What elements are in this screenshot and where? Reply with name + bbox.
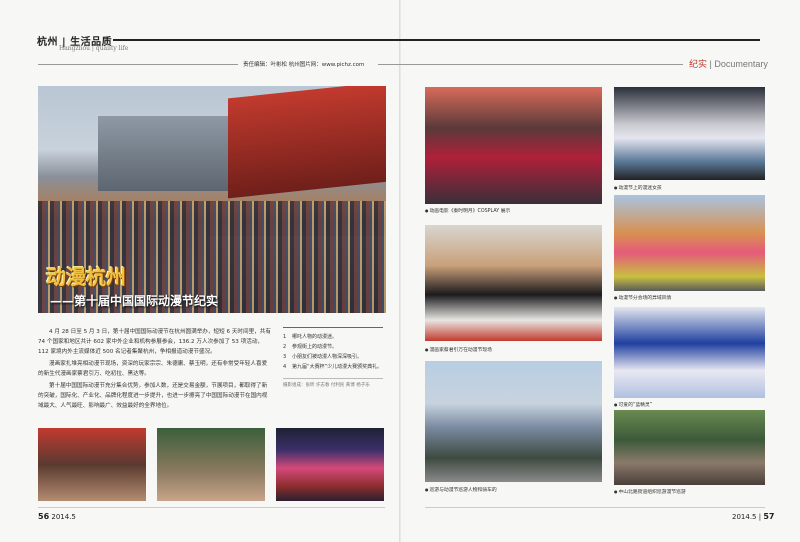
- photo-parade: [425, 361, 602, 482]
- header-rule: [113, 39, 760, 41]
- photo-credit: 摄影组成：张昕 许志春 付利民 黄博 杨子乐: [283, 378, 383, 388]
- caption-key-text: 参观街上的动漫节。: [292, 344, 338, 350]
- footer-rule-left: [38, 507, 385, 508]
- hero-subtitle: ——第十届中国国际动漫节纪实: [50, 294, 219, 308]
- caption-key-num: 3: [283, 354, 287, 360]
- left-page-number: 56: [38, 512, 50, 521]
- caption-key-list: 1 哪吒人物的动漫迷。 2 参观街上的动漫节。 3 小朋友们被动漫人物深深吸引。 4第…: [283, 332, 383, 372]
- photo-street-parade: [614, 410, 765, 485]
- small-photo-1: [38, 428, 146, 501]
- left-folio: 56 2014.5: [38, 512, 76, 521]
- caption-key-item: 2 参观街上的动漫节。: [283, 342, 383, 352]
- caption-smurfs: 可爱的“蓝精灵”: [614, 401, 653, 408]
- article-paragraph-2: 漫画家扎堆亮相动漫节现场，资深的玩家宗宗、朱德庸、蔡玉明，还有非常受年轻人喜爱的…: [38, 361, 268, 377]
- magazine-spread: 杭州 | 生活品质 Hangzhou | quality life 责任编辑：叶…: [0, 0, 800, 542]
- magazine-subtitle: Hangzhou | quality life: [59, 45, 129, 52]
- hero-building-grey: [98, 116, 228, 191]
- caption-exotic-dancers: 动漫节分会场的异域风情: [614, 294, 672, 301]
- caption-key-text: 小朋友们被动漫人物深深吸引。: [292, 354, 363, 360]
- caption-key-item: 4 第九届“大赛杯”少儿动漫大赛颁奖典礼。: [283, 362, 383, 372]
- hero-building-red: [228, 86, 386, 199]
- small-photo-2: [157, 428, 265, 501]
- photo-cosplay: [425, 87, 602, 204]
- caption-key-text: 第九届“大赛杯”少儿动漫大赛颁奖典礼。: [292, 364, 383, 370]
- credit-rule-right: [378, 64, 683, 65]
- article-body: 4 月 28 日至 5 月 3 日，第十届中国国际动漫节在杭州圆满举办，短短 6…: [38, 327, 271, 413]
- right-folio: 2014.5 | 57: [732, 512, 775, 521]
- caption-parade: 巡游与动漫节巡游人物和骑车的: [425, 486, 497, 493]
- caption-key-num: 2: [283, 344, 287, 350]
- section-en: Documentary: [714, 59, 768, 69]
- caption-key-box: 1 哪吒人物的动漫迷。 2 参观街上的动漫节。 3 小朋友们被动漫人物深深吸引。 4第…: [283, 327, 383, 388]
- caption-street-parade: 中山北路街道组织巡游漫节巡游: [614, 488, 686, 495]
- caption-key-item: 3 小朋友们被动漫人物深深吸引。: [283, 352, 383, 362]
- caption-key-rule: [283, 327, 383, 328]
- section-cn: 纪实: [689, 60, 708, 70]
- footer-rule-right: [425, 507, 765, 508]
- article-paragraph-1: 4 月 28 日至 5 月 3 日，第十届中国国际动漫节在杭州圆满举办，短短 6…: [38, 329, 271, 355]
- article-paragraph-3: 第十届中国国际动漫节充分集合优势，参加人数，还是交易金额，节展项目，都取得了新的…: [38, 383, 268, 409]
- caption-key-num: 1: [283, 334, 287, 340]
- page-gutter: [399, 0, 401, 542]
- section-label: 纪实 | Documentary: [689, 57, 768, 70]
- credit-rule-left: [38, 64, 238, 65]
- caption-key-num: 4: [283, 364, 287, 370]
- photo-cartoonist: [425, 225, 602, 341]
- caption-cosplay: 动画电影《秦时明月》COSPLAY 展示: [425, 207, 511, 214]
- photo-smurfs: [614, 307, 765, 398]
- photo-exotic-dancers: [614, 195, 765, 291]
- left-issue-date: 2014.5: [51, 513, 76, 521]
- photo-fan-girl: [614, 87, 765, 180]
- caption-key-text: 哪吒人物的动漫迷。: [292, 334, 338, 340]
- editor-credit: 责任编辑：叶彬松 杭州图片网：www.pichz.com: [243, 62, 365, 68]
- caption-fan-girl: 动漫节上的漫迷女孩: [614, 184, 662, 191]
- right-page-number: 57: [763, 512, 775, 521]
- caption-cartoonist: 漫画家蔡君引万在动漫节现场: [425, 346, 492, 353]
- small-photo-3: [276, 428, 384, 501]
- right-issue-date: 2014.5: [732, 513, 757, 521]
- caption-key-item: 1 哪吒人物的动漫迷。: [283, 332, 383, 342]
- hero-title: 动漫杭州: [46, 265, 126, 289]
